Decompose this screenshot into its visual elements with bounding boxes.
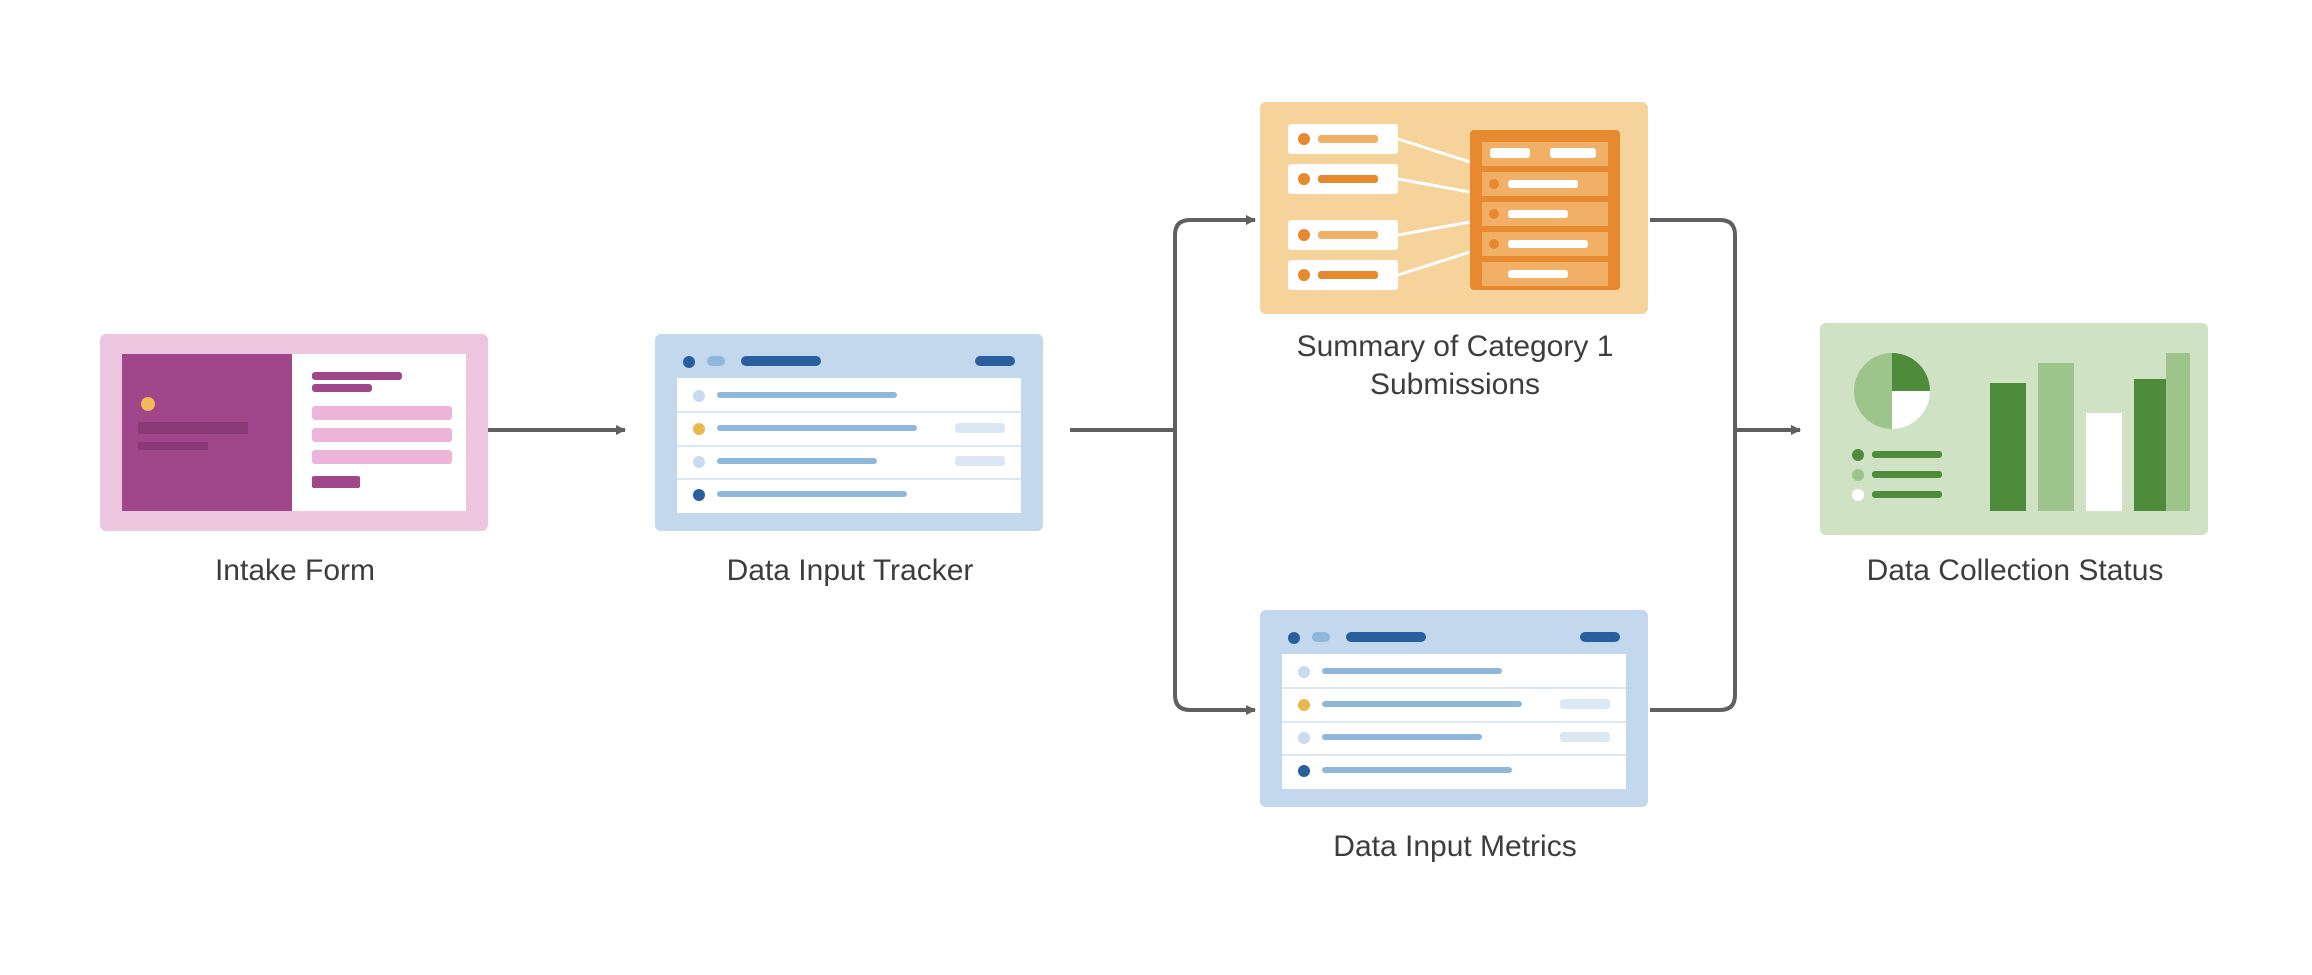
label-data-input-tracker: Data Input Tracker [650,552,1050,590]
node-intake-form [100,334,488,531]
label-intake-form: Intake Form [95,552,495,590]
node-data-collection-status [1820,323,2208,535]
node-data-input-metrics [1260,610,1648,807]
node-data-input-tracker [655,334,1043,531]
node-summary-category1 [1260,102,1648,314]
label-summary-category1: Summary of Category 1 Submissions [1255,328,1655,403]
label-data-collection-status: Data Collection Status [1815,552,2215,590]
edge-tracker-to-metrics [1070,430,1255,710]
label-data-input-metrics: Data Input Metrics [1255,828,1655,866]
edge-metrics-to-collection [1650,430,1800,710]
edge-tracker-to-summary [1070,220,1255,430]
edge-summary-to-collection [1650,220,1800,430]
